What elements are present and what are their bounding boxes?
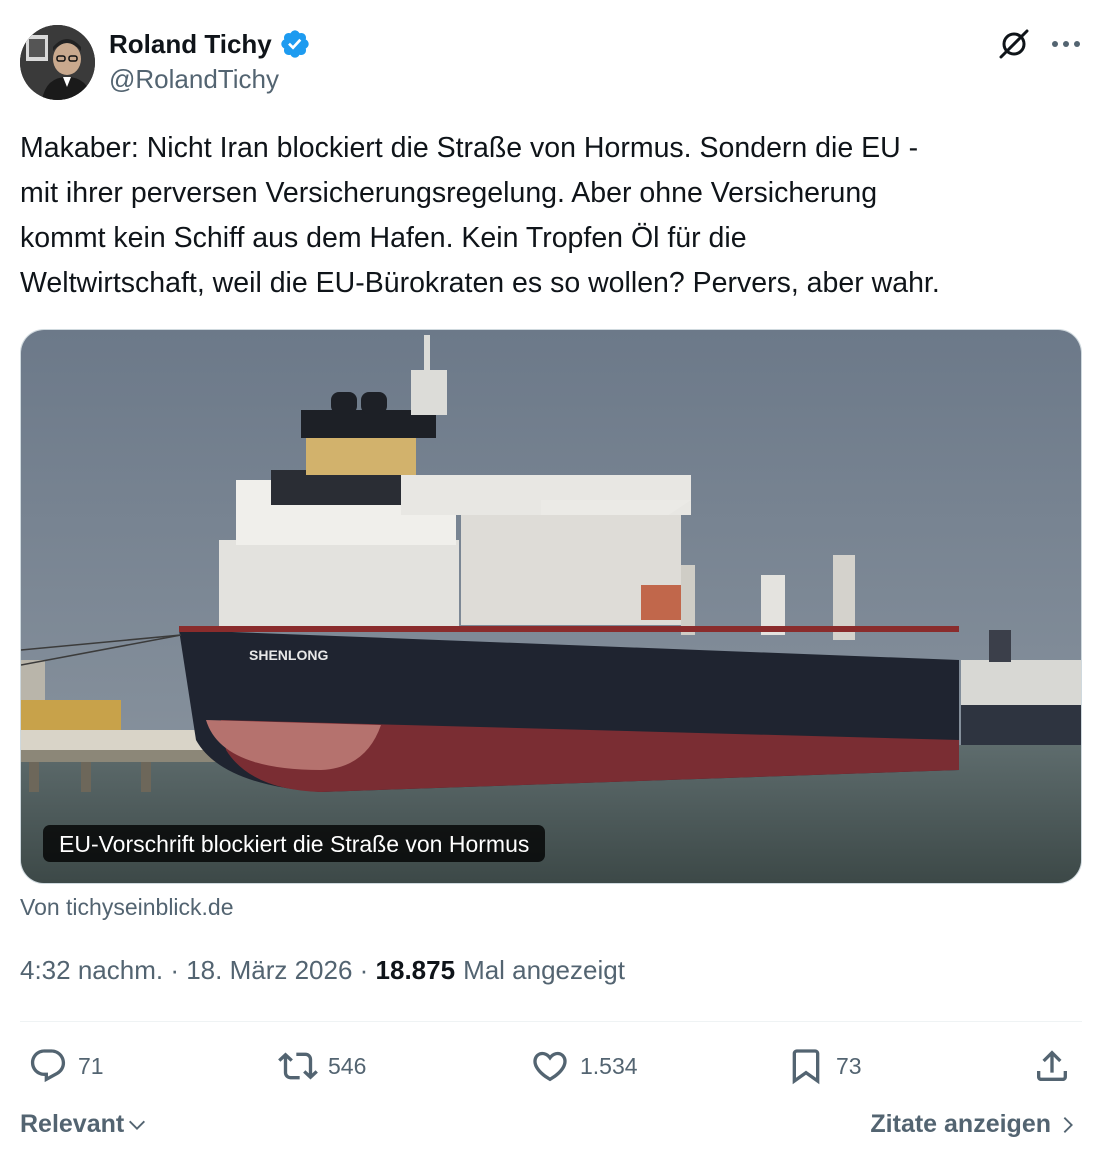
sort-label: Relevant	[20, 1110, 125, 1138]
card-caption: EU-Vorschrift blockiert die Straße von H…	[43, 825, 546, 862]
author-avatar[interactable]	[20, 25, 95, 100]
reply-icon	[30, 1049, 66, 1083]
tanker-ship-image: SHENLONG	[21, 330, 1081, 883]
share-icon	[1037, 1050, 1067, 1081]
bookmark-icon	[792, 1049, 820, 1085]
card-source[interactable]: Von tichyseinblick.de	[20, 894, 234, 921]
ship-name-label: SHENLONG	[249, 647, 328, 663]
tweet-text: Makaber: Nicht Iran blockiert die Straße…	[20, 132, 940, 299]
chevron-down-icon	[129, 1120, 146, 1130]
meta-separator: ·	[163, 955, 187, 985]
quotes-label: Zitate anzeigen	[870, 1110, 1051, 1138]
tweet-meta: 4:32 nachm. · 18. März 2026 · 18.875 Mal…	[20, 955, 625, 986]
repost-count: 546	[328, 1052, 367, 1079]
grok-icon[interactable]	[992, 26, 1036, 62]
share-button[interactable]	[1032, 1046, 1072, 1086]
view-count: 18.875	[375, 955, 456, 985]
reply-button[interactable]: 71	[28, 1046, 104, 1086]
reply-count: 71	[78, 1052, 104, 1079]
repost-icon	[278, 1052, 318, 1080]
like-count: 1.534	[580, 1052, 638, 1079]
tweet-date[interactable]: 18. März 2026	[186, 955, 352, 986]
verified-badge-icon	[279, 28, 311, 60]
avatar-image	[20, 25, 95, 100]
chevron-right-icon	[1063, 1116, 1073, 1133]
view-quotes-link[interactable]: Zitate anzeigen	[870, 1110, 1079, 1139]
author-name-row[interactable]: Roland Tichy	[109, 27, 311, 61]
meta-separator: ·	[352, 955, 376, 985]
more-options-icon[interactable]	[1044, 26, 1088, 62]
tweet-time[interactable]: 4:32 nachm.	[20, 955, 163, 986]
bookmark-count: 73	[836, 1052, 862, 1079]
view-count-label: Mal angezeigt	[463, 955, 625, 985]
link-card-image[interactable]: SHENLONG EU-Vorschrift blockiert die Str…	[20, 329, 1082, 884]
author-handle[interactable]: @RolandTichy	[109, 64, 279, 95]
bookmark-button[interactable]: 73	[786, 1046, 862, 1086]
repost-button[interactable]: 546	[278, 1046, 366, 1086]
author-name[interactable]: Roland Tichy	[109, 29, 272, 60]
heart-icon	[533, 1051, 567, 1082]
like-button[interactable]: 1.534	[530, 1046, 638, 1086]
divider	[20, 1021, 1082, 1022]
sort-replies-dropdown[interactable]: Relevant	[20, 1110, 148, 1139]
